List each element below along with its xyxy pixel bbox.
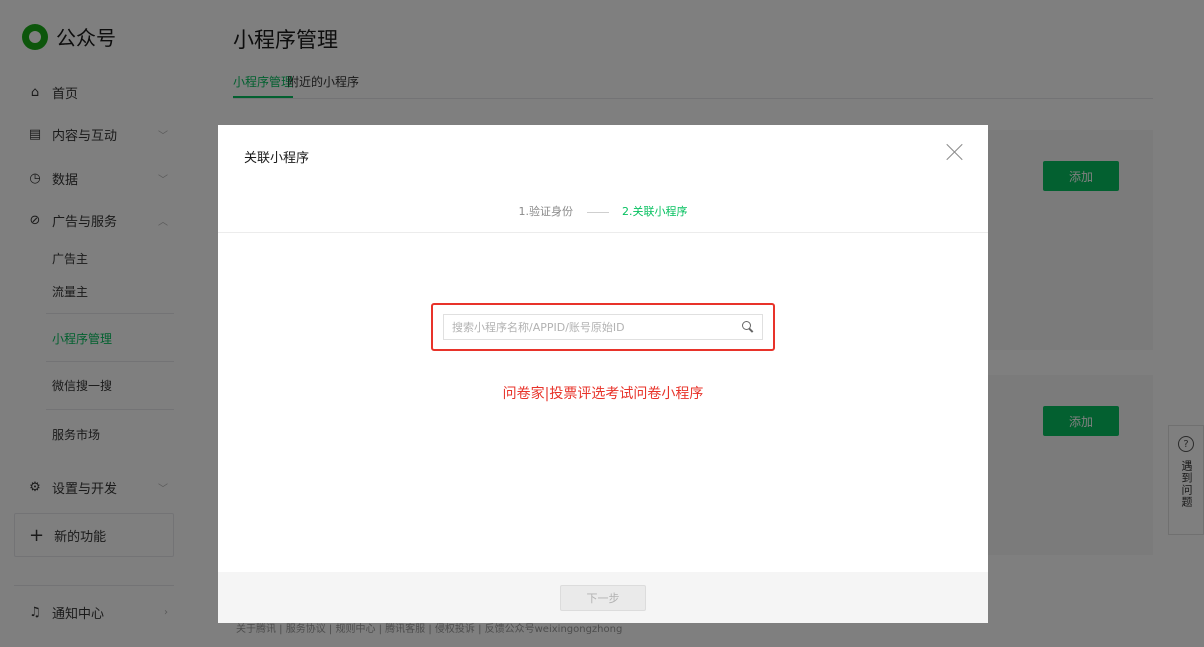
miniprogram-search (443, 314, 763, 340)
step-link-miniprogram: 2.关联小程序 (622, 205, 688, 218)
dialog-title: 关联小程序 (244, 151, 310, 166)
step-indicator: 1.验证身份 2.关联小程序 (218, 203, 988, 219)
dialog-footer: 下一步 (218, 572, 988, 623)
search-icon[interactable] (742, 321, 754, 333)
search-input[interactable] (452, 320, 742, 334)
step-verify-identity: 1.验证身份 (518, 205, 574, 218)
step-connector (586, 211, 609, 213)
annotation-text: 问卷家|投票评选考试问卷小程序 (502, 386, 704, 402)
link-miniprogram-dialog: 关联小程序 1.验证身份 2.关联小程序 问卷家|投票评选考试问卷小程序 下一步 (218, 125, 988, 623)
dialog-divider (218, 232, 988, 233)
close-icon[interactable] (946, 143, 964, 161)
next-step-button[interactable]: 下一步 (560, 585, 646, 611)
